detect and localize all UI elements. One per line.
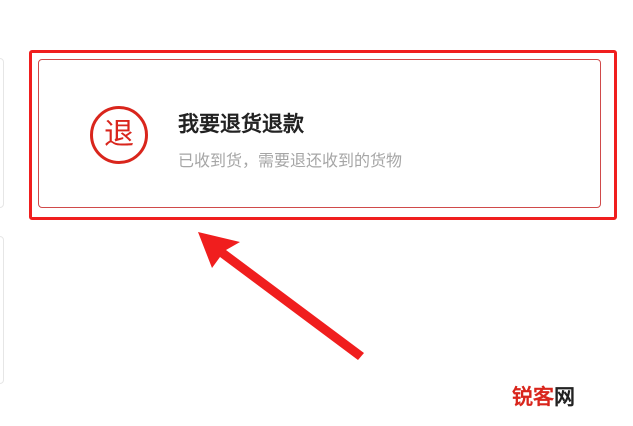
watermark-char-2: 客 xyxy=(533,385,554,409)
watermark-char-3: 网 xyxy=(554,385,575,409)
arrow-shape xyxy=(198,232,364,360)
adjacent-card-edge-bottom xyxy=(0,236,4,384)
watermark-logo: 锐客网 xyxy=(512,381,575,411)
option-description: 已收到货，需要退还收到的货物 xyxy=(178,151,403,170)
refund-icon-glyph: 退 xyxy=(104,117,134,152)
option-title: 我要退货退款 xyxy=(178,112,304,136)
adjacent-card-edge-top xyxy=(0,58,4,208)
refund-icon: 退 xyxy=(90,106,148,164)
watermark-char-1: 锐 xyxy=(512,385,533,409)
